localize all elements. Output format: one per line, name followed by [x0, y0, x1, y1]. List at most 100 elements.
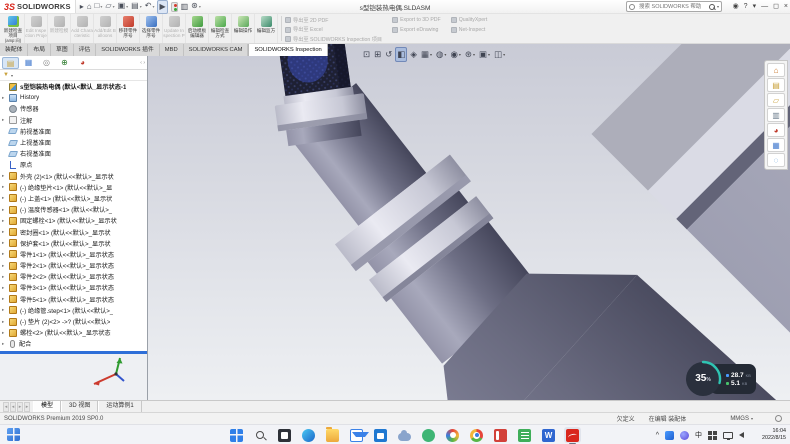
tree-item[interactable]: 上视基准面 — [0, 137, 147, 148]
document-tab[interactable]: 模型 — [33, 401, 61, 412]
tree-item[interactable]: ▸History — [0, 92, 147, 103]
flyout-arrow-icon[interactable]: ▸ — [80, 1, 84, 13]
view-palette-icon[interactable]: ▥ — [767, 108, 785, 122]
taskbar-app-wps[interactable]: W — [540, 427, 557, 443]
taskbar-app-search[interactable] — [252, 427, 269, 443]
print-icon[interactable]: ▤▾ — [131, 0, 142, 13]
tree-item[interactable]: ▸(-) 绝缘垫片<1> (默认<<默认>_显 — [0, 182, 147, 193]
expand-arrow-icon[interactable]: ▸ — [2, 95, 9, 101]
tree-item[interactable]: ▸注解 — [0, 115, 147, 126]
custom-properties-icon[interactable]: ▦ — [767, 138, 785, 152]
taskbar-app-edge[interactable] — [300, 427, 317, 443]
appearances-scenes-icon[interactable]: ◕ — [767, 123, 785, 137]
ribbon-button-move-balloon-sequence[interactable]: 移转零件序号 — [117, 14, 140, 43]
expand-arrow-icon[interactable]: ▸ — [2, 207, 9, 213]
tree-item[interactable]: ▸保护套<1> (默认<<默认>_显示状 — [0, 238, 147, 249]
tree-item[interactable]: ▸零件2<1> (默认<<默认>_显示状态 — [0, 260, 147, 271]
expand-arrow-icon[interactable]: ▸ — [2, 251, 9, 257]
options-icon[interactable]: ⊛▾ — [191, 0, 201, 13]
file-explorer-icon[interactable]: ▱ — [767, 93, 785, 107]
ribbon-button-edit-inspection-method[interactable]: 编辑检查方式 — [209, 14, 232, 43]
tree-item[interactable]: 前视基准面 — [0, 126, 147, 137]
solidworks-forum-icon[interactable]: ◌ — [767, 153, 785, 167]
graphics-viewport[interactable]: ⊡⊞↺◧◈▦▾◍▾◉▾⊛▾▣▾◫▾ ⌂▤▱▥◕▦◌ — [148, 44, 790, 400]
tree-item[interactable]: ▸零件1<1> (默认<<默认>_显示状态 — [0, 249, 147, 260]
tray-app-ball-icon[interactable] — [680, 431, 689, 440]
taskbar-app-start[interactable] — [228, 427, 245, 443]
tree-item[interactable]: ▸外壳 (2)<1> (默认<<默认>_显示状 — [0, 171, 147, 182]
expand-arrow-icon[interactable]: ▸ — [2, 240, 9, 246]
expand-arrow-icon[interactable]: ▸ — [2, 307, 9, 313]
taskbar-app-app-colorwheel[interactable] — [444, 427, 461, 443]
hide-show-items-icon[interactable]: ◉▾ — [449, 48, 461, 61]
file-properties-icon[interactable]: ▥ — [181, 1, 189, 13]
apply-scene-icon[interactable]: ▣▾ — [478, 48, 491, 61]
command-tab[interactable]: SOLIDWORKS 插件 — [96, 44, 160, 56]
expand-arrow-icon[interactable]: ▸ — [2, 263, 9, 269]
expand-arrow-icon[interactable]: ▸ — [2, 218, 9, 224]
tree-item[interactable]: 传感器 — [0, 103, 147, 114]
tray-app-blue-icon[interactable] — [665, 431, 674, 440]
expand-arrow-icon[interactable]: ▸ — [2, 274, 9, 280]
tab-scroll-arrow-icon[interactable]: ▸ — [24, 402, 30, 412]
tree-item[interactable]: 右视基准面 — [0, 148, 147, 159]
expand-arrow-icon[interactable]: ▸ — [2, 117, 9, 123]
expand-arrow-icon[interactable]: ▸ — [2, 341, 9, 347]
ime-language-indicator[interactable]: 中 — [695, 430, 702, 440]
minimize-icon[interactable]: — — [761, 1, 768, 13]
sign-in-icon[interactable]: ◉ — [733, 1, 739, 13]
expand-arrow-icon[interactable]: ▸ — [2, 173, 9, 179]
tree-item[interactable]: ▸固定螺栓<1> (默认<<默认>_显示状 — [0, 215, 147, 226]
widgets-icon[interactable] — [7, 428, 20, 441]
tree-item[interactable]: ▸(-) 上盖<1> (默认<<默认>_显示状 — [0, 193, 147, 204]
tree-item[interactable]: ▸(-) 温度传感器<1> (默认<<默认>_ — [0, 204, 147, 215]
solidworks-resources-icon[interactable]: ⌂ — [767, 63, 785, 77]
previous-view-icon[interactable]: ↺ — [384, 48, 393, 61]
search-icon[interactable] — [708, 3, 716, 11]
taskbar-app-chrome[interactable] — [468, 427, 485, 443]
command-tab[interactable]: SOLIDWORKS CAM — [184, 44, 249, 56]
feature-manager-tab[interactable]: ▤ — [2, 57, 19, 69]
tree-item[interactable]: 原点 — [0, 159, 147, 170]
taskbar-app-task-view[interactable] — [276, 427, 293, 443]
undo-icon[interactable]: ↶▾ — [145, 0, 155, 13]
new-document-icon[interactable]: □▾ — [95, 0, 103, 13]
more-icon[interactable]: ▾ — [753, 1, 757, 13]
status-tag-icon[interactable] — [775, 415, 782, 422]
dynamic-annotation-views-icon[interactable]: ◈ — [409, 48, 418, 61]
tree-item[interactable]: ▸零件5<1> (默认<<默认>_显示状态 — [0, 294, 147, 305]
panel-tab-nav-arrows[interactable]: ‹ › — [140, 60, 147, 66]
taskbar-app-app-green[interactable] — [420, 427, 437, 443]
zoom-to-fit-icon[interactable]: ⊡ — [362, 48, 371, 61]
tree-item[interactable]: ▸螺栓<2> (默认<<默认>_显示状态 — [0, 327, 147, 338]
select-icon[interactable]: ▶ — [157, 0, 167, 14]
display-tray-icon[interactable] — [723, 432, 733, 439]
volume-icon[interactable] — [739, 432, 744, 438]
configuration-manager-tab[interactable]: ◎ — [38, 57, 55, 69]
dimxpert-manager-tab[interactable]: ⊕ — [56, 57, 73, 69]
view-settings-icon[interactable]: ◫▾ — [493, 48, 506, 61]
command-tab[interactable]: MBD — [160, 44, 184, 56]
expand-arrow-icon[interactable]: ▸ — [2, 229, 9, 235]
filter-funnel-icon[interactable]: ▼ — [3, 70, 9, 80]
restore-icon[interactable]: ◻ — [773, 1, 779, 13]
search-scope-icon[interactable] — [629, 4, 635, 10]
command-tab[interactable]: 布局 — [28, 44, 51, 56]
taskbar-app-mail[interactable] — [348, 427, 365, 443]
document-tab[interactable]: 3D 视图 — [61, 401, 98, 412]
close-icon[interactable]: × — [784, 1, 788, 13]
tree-item[interactable]: ▸配合 — [0, 338, 147, 349]
save-icon[interactable]: ▣▾ — [118, 0, 129, 13]
tree-item[interactable]: s型铠装热电偶 (默认<默认_显示状态-1 — [0, 81, 147, 92]
ribbon-button-edit-operation[interactable]: 编辑操作 — [232, 14, 255, 43]
search-box[interactable]: ▾ — [626, 1, 722, 12]
expand-arrow-icon[interactable]: ▸ — [2, 296, 9, 302]
command-tab[interactable]: 评估 — [74, 44, 97, 56]
tree-item[interactable]: ▸(-) 垫片 (2)<2> ->? (默认<<默认> — [0, 316, 147, 327]
design-library-icon[interactable]: ▤ — [767, 78, 785, 92]
taskbar-app-app-green-doc[interactable] — [516, 427, 533, 443]
tab-scroll-arrow-icon[interactable]: ▸ — [17, 402, 23, 412]
edit-appearance-icon[interactable]: ⊛▾ — [464, 48, 476, 61]
expand-arrow-icon[interactable]: ▸ — [2, 285, 9, 291]
help-icon[interactable]: ? — [744, 1, 748, 13]
